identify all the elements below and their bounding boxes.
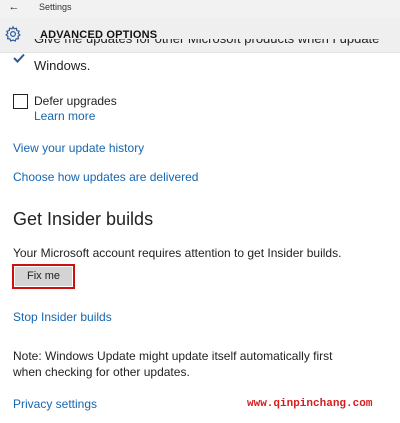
update-history-link[interactable]: View your update history [13, 141, 144, 155]
defer-upgrades-label: Defer upgrades [34, 94, 117, 108]
privacy-settings-link[interactable]: Privacy settings [13, 397, 97, 411]
account-message: Your Microsoft account requires attentio… [13, 246, 342, 260]
stop-insider-builds-link[interactable]: Stop Insider builds [13, 310, 112, 324]
gear-icon [5, 25, 21, 42]
watermark-text: www.qinpinchang.com [247, 398, 373, 410]
fix-me-button[interactable]: Fix me [15, 267, 72, 286]
insider-builds-heading: Get Insider builds [13, 209, 154, 229]
learn-more-link[interactable]: Learn more [34, 109, 95, 123]
update-note: Note: Windows Update might update itself… [13, 349, 333, 379]
defer-upgrades-checkbox[interactable] [13, 94, 28, 109]
updates-option-label: Give me updates for other Microsoft prod… [34, 39, 379, 73]
update-delivery-link[interactable]: Choose how updates are delivered [13, 170, 198, 184]
checkmark-icon[interactable] [13, 53, 25, 63]
title-bar: ← Settings [0, 0, 400, 18]
app-title: Settings [39, 2, 72, 12]
back-arrow-icon[interactable]: ← [6, 0, 22, 16]
